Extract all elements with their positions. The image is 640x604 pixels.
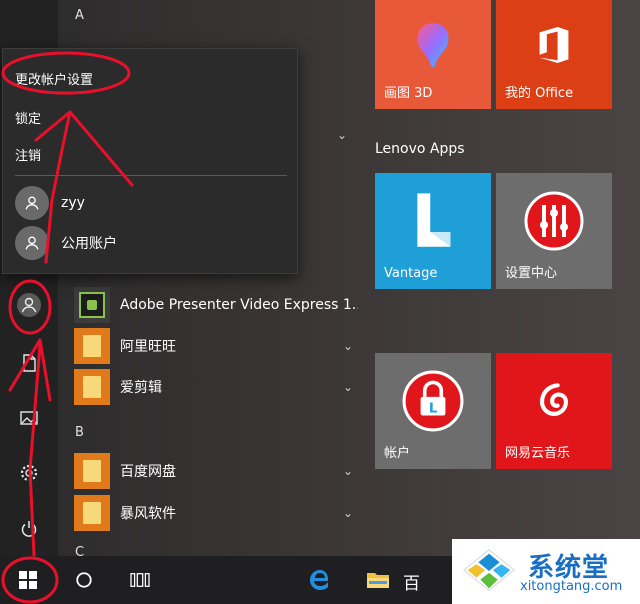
tile-paint3d[interactable]: 画图 3D bbox=[375, 0, 491, 109]
chevron-down-icon[interactable]: ⌄ bbox=[338, 506, 358, 520]
document-icon bbox=[23, 354, 36, 372]
tile-label: 我的 Office bbox=[505, 86, 574, 101]
switch-user-item[interactable]: 公用账户 bbox=[15, 226, 117, 260]
folder-icon bbox=[74, 495, 110, 531]
avatar bbox=[15, 226, 49, 260]
switch-user-item[interactable]: zyy bbox=[15, 186, 85, 220]
tile-label: Vantage bbox=[384, 266, 438, 281]
avatar bbox=[15, 186, 49, 220]
section-letter-a[interactable]: A bbox=[75, 8, 84, 23]
list-item[interactable]: 暴风软件 ⌄ bbox=[74, 495, 358, 531]
app-name: 百度网盘 bbox=[120, 464, 176, 480]
user-account-button[interactable] bbox=[12, 288, 46, 322]
chevron-down-icon[interactable]: ⌄ bbox=[338, 339, 358, 353]
list-item[interactable]: 百度网盘 ⌄ bbox=[74, 453, 358, 489]
list-item[interactable]: 阿里旺旺 ⌄ bbox=[74, 328, 358, 364]
settings-gear-icon bbox=[20, 464, 38, 482]
pictures-icon bbox=[20, 411, 38, 425]
task-view-icon bbox=[130, 573, 150, 587]
taskbar-label-fragment: 百 bbox=[403, 574, 420, 594]
vantage-icon bbox=[375, 173, 491, 269]
user-name: zyy bbox=[61, 195, 85, 211]
tile-netease-music[interactable]: 网易云音乐 bbox=[496, 353, 612, 469]
section-letter-c[interactable]: C bbox=[75, 545, 84, 556]
search-button[interactable] bbox=[60, 556, 108, 604]
watermark: 系统堂 xitongtang.com bbox=[452, 539, 640, 604]
tile-account[interactable]: L 帐户 bbox=[375, 353, 491, 469]
list-item[interactable]: 爱剪辑 ⌄ bbox=[74, 369, 358, 405]
chevron-down-icon[interactable]: ⌄ bbox=[338, 380, 358, 394]
tile-group-title[interactable]: Lenovo Apps bbox=[375, 141, 465, 157]
folder-icon bbox=[74, 328, 110, 364]
account-flyout: 更改帐户设置 锁定 注销 zyy 公用账户 bbox=[2, 48, 298, 274]
chevron-down-icon[interactable]: ⌄ bbox=[332, 128, 352, 142]
edge-icon bbox=[310, 570, 328, 590]
tile-settings-center[interactable]: 设置中心 bbox=[496, 173, 612, 289]
flyout-divider bbox=[15, 175, 287, 176]
tile-label: 帐户 bbox=[384, 446, 411, 461]
adobe-presenter-icon bbox=[74, 287, 110, 323]
lock-icon: L bbox=[375, 353, 491, 449]
file-explorer-button[interactable] bbox=[354, 556, 402, 604]
tile-label: 画图 3D bbox=[384, 86, 433, 101]
documents-button[interactable] bbox=[12, 346, 46, 380]
office-icon bbox=[496, 0, 612, 90]
folder-icon bbox=[74, 453, 110, 489]
start-button[interactable] bbox=[4, 556, 52, 604]
pictures-button[interactable] bbox=[12, 401, 46, 435]
settings-center-icon bbox=[496, 173, 612, 269]
sign-out-menu-item[interactable]: 注销 bbox=[15, 145, 41, 164]
lock-menu-item[interactable]: 锁定 bbox=[15, 108, 41, 127]
power-icon bbox=[21, 521, 37, 537]
edge-button[interactable] bbox=[296, 556, 344, 604]
task-view-button[interactable] bbox=[116, 556, 164, 604]
power-button[interactable] bbox=[12, 512, 46, 546]
file-explorer-icon bbox=[367, 573, 389, 588]
watermark-logo-icon bbox=[463, 549, 515, 591]
tile-label: 网易云音乐 bbox=[505, 446, 571, 461]
app-name: 阿里旺旺 bbox=[120, 339, 176, 355]
windows-start-icon bbox=[19, 571, 37, 589]
watermark-url: xitongtang.com bbox=[520, 579, 623, 594]
netease-music-icon bbox=[496, 353, 612, 449]
tile-label: 设置中心 bbox=[505, 266, 558, 281]
chevron-down-icon[interactable]: ⌄ bbox=[338, 464, 358, 478]
paint3d-icon bbox=[375, 0, 491, 90]
svg-text:L: L bbox=[429, 401, 438, 416]
list-item[interactable]: Adobe Presenter Video Express 1... bbox=[74, 287, 358, 323]
tile-my-office[interactable]: 我的 Office bbox=[496, 0, 612, 109]
app-name: 暴风软件 bbox=[120, 506, 176, 522]
settings-button[interactable] bbox=[12, 456, 46, 490]
app-name: Adobe Presenter Video Express 1... bbox=[120, 297, 358, 313]
app-name: 爱剪辑 bbox=[120, 380, 162, 396]
change-account-settings[interactable]: 更改帐户设置 bbox=[15, 69, 93, 88]
user-icon bbox=[17, 293, 41, 317]
cortana-circle-icon bbox=[76, 572, 92, 588]
tile-vantage[interactable]: Vantage bbox=[375, 173, 491, 289]
folder-icon bbox=[74, 369, 110, 405]
user-name: 公用账户 bbox=[61, 236, 117, 252]
section-letter-b[interactable]: B bbox=[75, 425, 84, 440]
